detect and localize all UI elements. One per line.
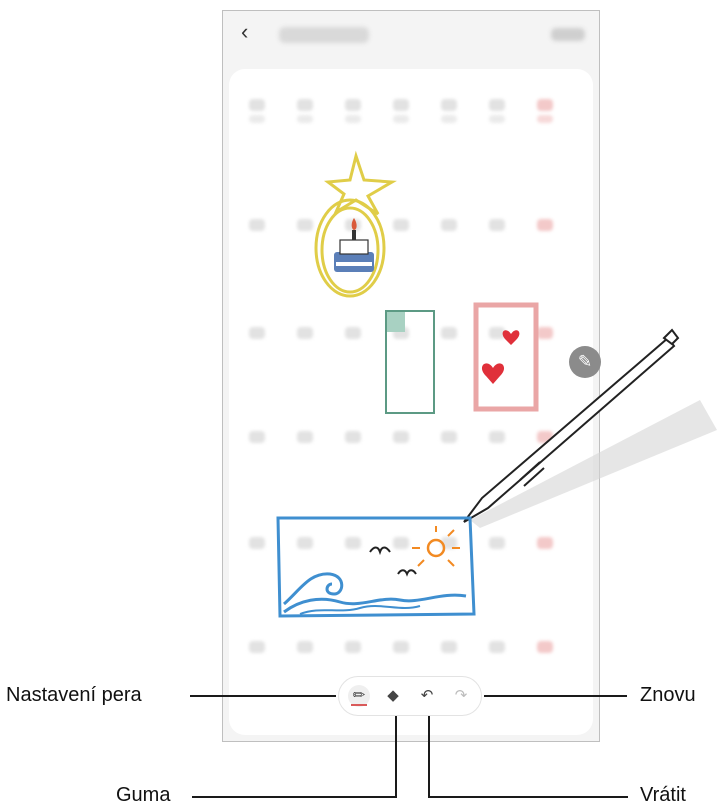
cake-doodle xyxy=(334,218,374,272)
drawing-toolbar: ✏ ◆ ↶ ↷ xyxy=(338,676,482,716)
callout-line-eraser-h xyxy=(192,796,397,798)
heart-icon xyxy=(481,363,505,384)
callout-line-eraser-v xyxy=(395,716,397,798)
label-eraser: Guma xyxy=(116,784,171,806)
eraser-button[interactable]: ◆ xyxy=(382,685,404,707)
star-doodle xyxy=(323,150,397,216)
label-redo: Znovu xyxy=(640,684,696,706)
callout-line-undo-h xyxy=(428,796,628,798)
pink-card-doodle xyxy=(473,302,539,412)
sea-sketch-doodle xyxy=(276,516,476,618)
green-fill-doodle xyxy=(387,312,405,332)
label-pen-settings: Nastavení pera xyxy=(6,684,142,706)
redo-icon: ↷ xyxy=(454,687,468,704)
pen-icon: ✏ xyxy=(352,687,366,704)
undo-button[interactable]: ↶ xyxy=(416,685,438,707)
callout-line-pen xyxy=(190,695,336,697)
pen-color-indicator xyxy=(351,704,367,706)
pen-settings-button[interactable]: ✏ xyxy=(348,685,370,707)
callout-line-undo-v xyxy=(428,716,430,798)
redo-button[interactable]: ↷ xyxy=(450,685,472,707)
callout-line-redo xyxy=(484,695,627,697)
label-undo: Vrátit xyxy=(640,784,686,806)
eraser-icon: ◆ xyxy=(387,687,399,704)
heart-icon xyxy=(502,330,520,345)
pencil-icon[interactable]: ✎ xyxy=(569,346,601,378)
undo-icon: ↶ xyxy=(420,687,434,704)
